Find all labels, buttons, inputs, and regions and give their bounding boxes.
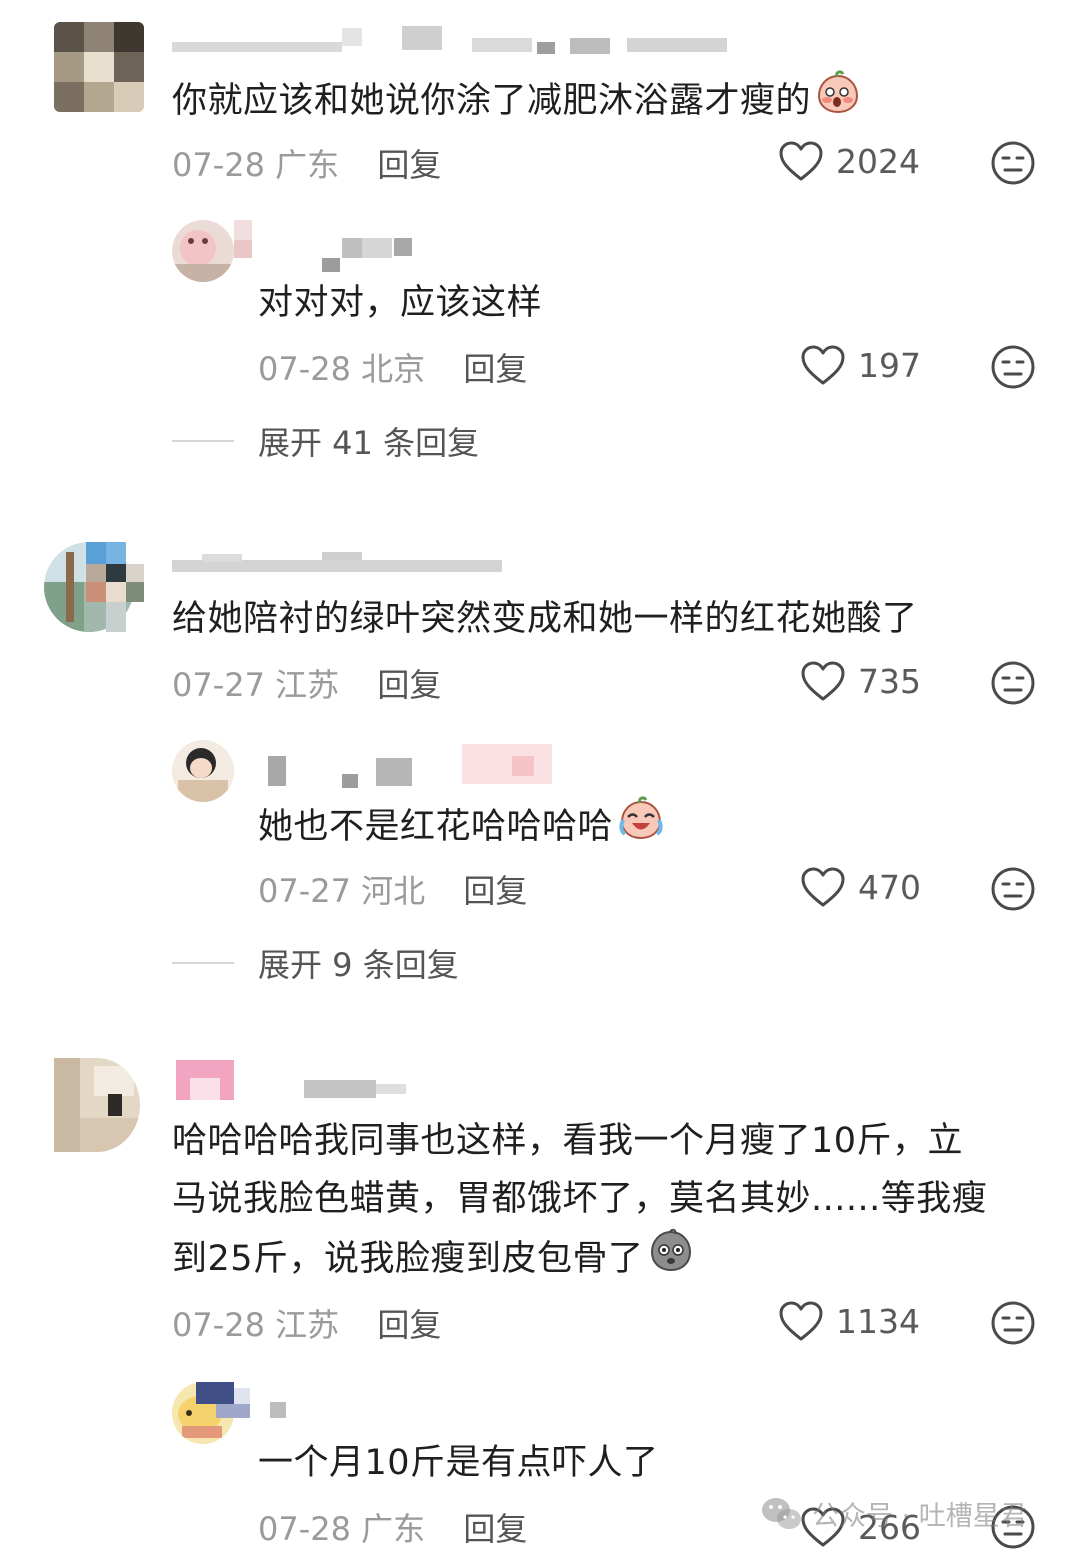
comment-location: 河北 <box>361 872 426 910</box>
like-button[interactable]: 197 <box>800 344 921 386</box>
gray-shocked-face-emoji <box>648 1228 694 1292</box>
comment-meta: 07-28 江苏 回复 <box>172 1300 441 1346</box>
like-count: 197 <box>858 345 921 385</box>
like-button[interactable]: 1134 <box>778 1300 920 1342</box>
dislike-button[interactable] <box>990 660 1036 710</box>
comment-line: 到25斤，说我脸瘦到皮包骨了 <box>172 1239 644 1279</box>
comment-location: 江苏 <box>275 666 340 704</box>
reply-button[interactable]: 回复 <box>377 1306 441 1344</box>
comment-date: 07-28 <box>258 1510 351 1548</box>
comment-location: 北京 <box>361 350 426 388</box>
divider <box>172 440 234 442</box>
avatar-overlay-obscured <box>86 542 144 634</box>
avatar[interactable] <box>172 220 234 282</box>
reply-button[interactable]: 回复 <box>463 872 527 910</box>
comment-text: 她也不是红花哈哈哈哈 <box>258 796 665 860</box>
dislike-button[interactable] <box>990 140 1036 190</box>
like-button[interactable]: 2024 <box>778 140 920 182</box>
username-obscured[interactable] <box>196 1382 292 1422</box>
expand-replies-button[interactable]: 展开 9 条回复 <box>172 940 459 986</box>
comment-date: 07-28 <box>172 1306 265 1344</box>
reply-button[interactable]: 回复 <box>463 350 527 388</box>
avatar[interactable] <box>172 740 234 802</box>
heart-icon <box>779 1301 823 1341</box>
neutral-face-icon <box>991 867 1035 911</box>
dislike-button[interactable] <box>990 1300 1036 1350</box>
shy-peach-emoji <box>815 70 861 134</box>
heart-icon <box>801 867 845 907</box>
comment-meta: 07-27 河北 回复 <box>258 866 527 912</box>
like-count: 2024 <box>836 141 920 181</box>
heart-icon <box>801 345 845 385</box>
expand-replies-button[interactable]: 展开 41 条回复 <box>172 418 479 464</box>
comment-text: 你就应该和她说你涂了减肥沐浴露才瘦的 <box>172 70 861 134</box>
comment-text: 哈哈哈哈我同事也这样，看我一个月瘦了10斤，立 马说我脸色蜡黄，胃都饿坏了，莫名… <box>172 1112 1032 1292</box>
comment-date: 07-28 <box>258 350 351 388</box>
username-obscured[interactable] <box>262 740 562 790</box>
like-count: 735 <box>858 661 921 701</box>
expand-replies-label: 展开 9 条回复 <box>258 946 459 984</box>
divider <box>172 962 234 964</box>
comment-date: 07-27 <box>258 872 351 910</box>
like-button[interactable]: 470 <box>800 866 921 908</box>
reply-button[interactable]: 回复 <box>463 1510 527 1548</box>
neutral-face-icon <box>991 1301 1035 1345</box>
comment-date: 07-28 <box>172 146 265 184</box>
username-obscured[interactable] <box>234 220 414 272</box>
like-button[interactable]: 735 <box>800 660 921 702</box>
comment-location: 江苏 <box>275 1306 340 1344</box>
neutral-face-icon <box>991 661 1035 705</box>
comment-meta: 07-28 广东 回复 <box>172 140 441 186</box>
heart-icon <box>779 141 823 181</box>
username-obscured[interactable] <box>176 1060 416 1104</box>
avatar[interactable] <box>54 22 144 112</box>
watermark: 公众号 · 吐槽星君 <box>760 1494 1027 1533</box>
comment-meta: 07-27 江苏 回复 <box>172 660 441 706</box>
neutral-face-icon <box>991 141 1035 185</box>
comment-line: 哈哈哈哈我同事也这样，看我一个月瘦了10斤，立 <box>172 1121 964 1161</box>
dislike-button[interactable] <box>990 866 1036 916</box>
comment-location: 广东 <box>275 146 340 184</box>
like-count: 470 <box>858 867 921 907</box>
expand-replies-label: 展开 41 条回复 <box>258 424 480 462</box>
username-obscured[interactable] <box>172 552 512 578</box>
comment-text: 给她陪衬的绿叶突然变成和她一样的红花她酸了 <box>172 599 918 639</box>
comment-line: 马说我脸色蜡黄，胃都饿坏了，莫名其妙......等我瘦 <box>172 1179 988 1219</box>
username-obscured[interactable] <box>172 24 732 56</box>
comment-date: 07-27 <box>172 666 265 704</box>
heart-icon <box>801 661 845 701</box>
avatar[interactable] <box>54 1058 140 1152</box>
watermark-text: 公众号 · 吐槽星君 <box>812 1501 1027 1532</box>
dislike-button[interactable] <box>990 344 1036 394</box>
comment-location: 广东 <box>361 1510 426 1548</box>
reply-button[interactable]: 回复 <box>377 666 441 704</box>
comment-text: 对对对，应该这样 <box>258 283 543 323</box>
reply-button[interactable]: 回复 <box>377 146 441 184</box>
comment-meta: 07-28 北京 回复 <box>258 344 527 390</box>
like-count: 1134 <box>836 1301 920 1341</box>
crying-laughing-peach-emoji <box>617 796 665 860</box>
neutral-face-icon <box>991 345 1035 389</box>
comment-line-wrap: 到25斤，说我脸瘦到皮包骨了 <box>172 1228 1032 1292</box>
comment-text: 一个月10斤是有点吓人了 <box>258 1443 659 1483</box>
wechat-icon <box>762 1497 801 1529</box>
comment-meta: 07-28 广东 回复 <box>258 1504 527 1550</box>
